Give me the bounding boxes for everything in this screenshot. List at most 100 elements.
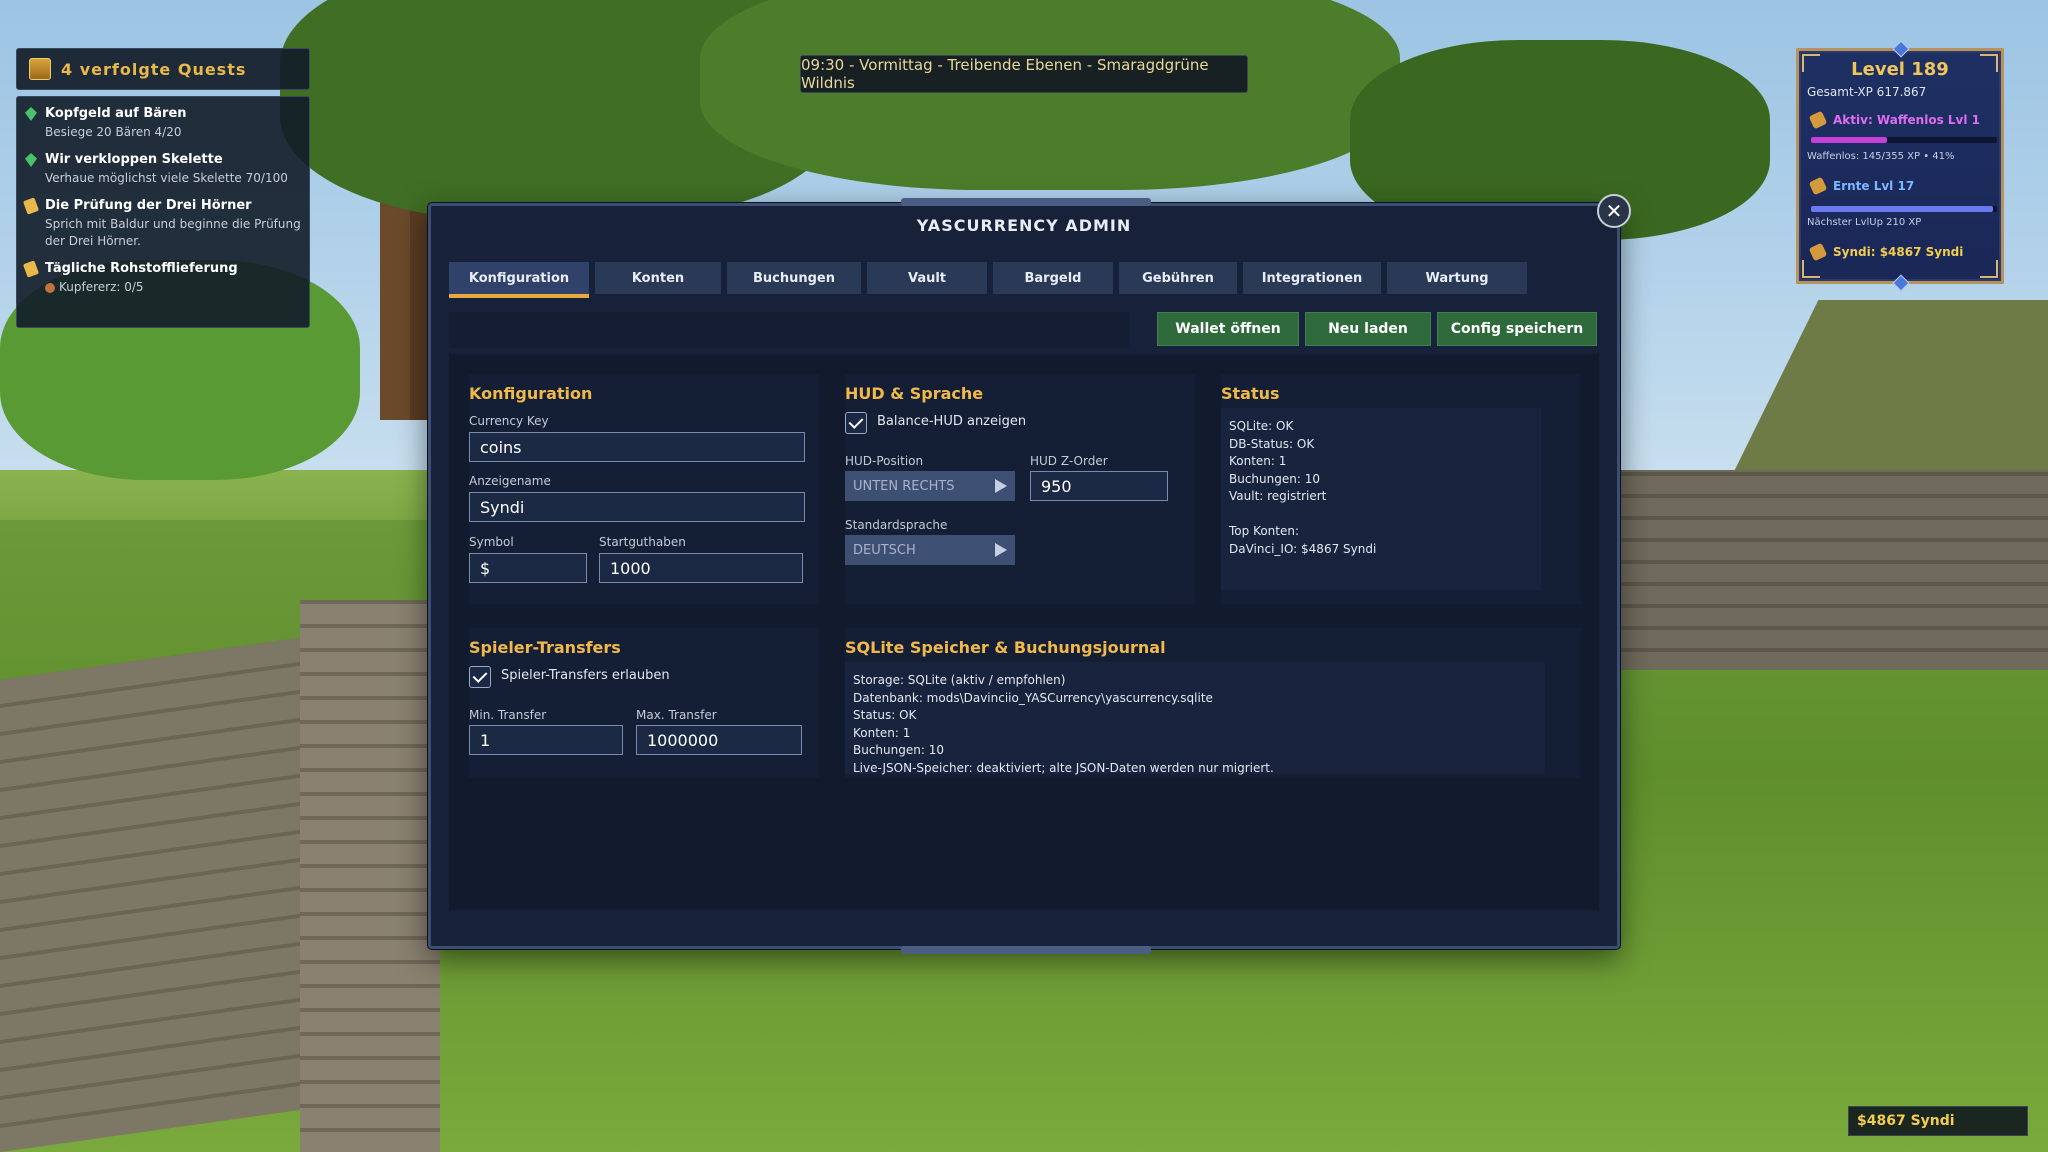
- quest-title: Tägliche Rohstofflieferung: [45, 261, 238, 276]
- harvest-skill-label: Ernte Lvl 17: [1833, 179, 1915, 193]
- min-transfer-input[interactable]: 1: [469, 725, 623, 755]
- close-icon: ✕: [1605, 199, 1623, 223]
- currency-key-input[interactable]: coins: [469, 432, 805, 462]
- tab-konten[interactable]: Konten: [595, 262, 721, 294]
- quest-tracker-title: 4 verfolgte Quests: [61, 59, 247, 79]
- status-line: SQLite: OK: [1229, 419, 1294, 433]
- language-value: DEUTSCH: [853, 542, 916, 558]
- hud-position-select[interactable]: UNTEN RECHTS: [845, 471, 1015, 501]
- sqlite-box: Storage: SQLite (aktiv / empfohlen) Date…: [845, 662, 1545, 775]
- quest-title: Wir verkloppen Skelette: [45, 152, 223, 167]
- tree-leaves: [700, 0, 1400, 190]
- min-transfer-label: Min. Transfer: [469, 708, 547, 722]
- crystal-icon: [25, 153, 37, 167]
- hud-zorder-input[interactable]: 950: [1030, 471, 1168, 501]
- tab-bargeld[interactable]: Bargeld: [993, 262, 1113, 294]
- hud-position-value: UNTEN RECHTS: [853, 478, 955, 494]
- harvest-skill-progress-fill: [1811, 206, 1994, 212]
- fist-icon: [1808, 110, 1828, 130]
- tab-buchungen[interactable]: Buchungen: [727, 262, 861, 294]
- quest-list: Kopfgeld auf Bären Besiege 20 Bären 4/20…: [16, 96, 310, 328]
- coin-icon: [1808, 242, 1828, 262]
- active-skill-note: Waffenlos: 145/355 XP • 41%: [1807, 151, 1955, 162]
- display-name-label: Anzeigename: [469, 474, 551, 488]
- status-box: SQLite: OK DB-Status: OK Konten: 1 Buchu…: [1221, 408, 1541, 590]
- level-title: Level 189: [1851, 59, 1949, 80]
- ornament-corner: [1980, 260, 1998, 278]
- active-skill-label: Aktiv: Waffenlos Lvl 1: [1833, 113, 1981, 127]
- quest-item[interactable]: Die Prüfung der Drei Hörner Sprich mit B…: [22, 197, 303, 250]
- start-balance-input[interactable]: 1000: [599, 553, 803, 583]
- content-area: Konfiguration Currency Key coins Anzeige…: [449, 354, 1599, 910]
- tab-integrationen[interactable]: Integrationen: [1243, 262, 1381, 294]
- status-card-title: Status: [1221, 384, 1280, 403]
- tab-konfiguration[interactable]: Konfiguration: [449, 262, 589, 298]
- balance-hud-label: Balance-HUD anzeigen: [877, 414, 1027, 429]
- currency-key-label: Currency Key: [469, 414, 549, 428]
- hud-card: HUD & Sprache Balance-HUD anzeigen HUD-P…: [845, 374, 1195, 604]
- scroll-icon: [22, 260, 40, 278]
- quest-title: Die Prüfung der Drei Hörner: [45, 198, 252, 213]
- quest-objective: Sprich mit Baldur und beginne die Prüfun…: [45, 217, 301, 248]
- sqlite-line: Live-JSON-Speicher: deaktiviert; alte JS…: [853, 760, 1274, 775]
- active-skill: Aktiv: Waffenlos Lvl 1: [1808, 110, 1981, 130]
- window-ornament: [901, 198, 1151, 206]
- sqlite-card: SQLite Speicher & Buchungsjournal Storag…: [845, 628, 1581, 778]
- sqlite-line: Konten: 1: [853, 725, 911, 740]
- symbol-input[interactable]: $: [469, 553, 587, 583]
- sqlite-line: Storage: SQLite (aktiv / empfohlen): [853, 673, 1066, 687]
- allow-transfers-checkbox[interactable]: [469, 666, 491, 688]
- config-card-title: Konfiguration: [469, 384, 593, 403]
- balance-hud: $4867 Syndi: [1848, 1106, 2028, 1136]
- quest-tracker-header[interactable]: 4 verfolgte Quests: [16, 48, 310, 90]
- active-skill-progress: [1811, 137, 1997, 143]
- window-ornament: [901, 946, 1151, 954]
- status-line: [1229, 506, 1533, 524]
- harvest-skill-note: Nächster LvlUp 210 XP: [1807, 217, 1922, 228]
- quest-objective-text: Kupfererz: 0/5: [59, 280, 144, 294]
- level-panel: Level 189 Gesamt-XP 617.867 Aktiv: Waffe…: [1796, 40, 2004, 292]
- scroll-icon: [22, 197, 40, 215]
- harvest-skill: Ernte Lvl 17: [1808, 176, 1915, 196]
- toolbar-strip: [449, 312, 1129, 348]
- language-select[interactable]: DEUTSCH: [845, 535, 1015, 565]
- wallet-open-button[interactable]: Wallet öffnen: [1157, 312, 1299, 346]
- status-card: Status SQLite: OK DB-Status: OK Konten: …: [1221, 374, 1581, 604]
- display-name-input[interactable]: Syndi: [469, 492, 805, 522]
- max-transfer-input[interactable]: 1000000: [636, 725, 802, 755]
- quest-item[interactable]: Tägliche Rohstofflieferung Kupfererz: 0/…: [22, 260, 303, 296]
- quest-item[interactable]: Wir verkloppen Skelette Verhaue möglichs…: [25, 151, 303, 187]
- chest-icon: [29, 58, 51, 80]
- money-row: Syndi: $4867 Syndi: [1808, 242, 1963, 262]
- config-card: Konfiguration Currency Key coins Anzeige…: [469, 374, 819, 604]
- allow-transfers-label: Spieler-Transfers erlauben: [501, 668, 670, 683]
- time-location-banner: 09:30 - Vormittag - Treibende Ebenen - S…: [800, 55, 1248, 93]
- status-line: Buchungen: 10: [1229, 471, 1320, 486]
- quest-objective: Besiege 20 Bären 4/20: [45, 125, 182, 139]
- max-transfer-label: Max. Transfer: [636, 708, 717, 722]
- save-config-button[interactable]: Config speichern: [1437, 312, 1597, 346]
- reload-button[interactable]: Neu laden: [1305, 312, 1431, 346]
- close-button[interactable]: ✕: [1597, 194, 1631, 228]
- admin-window: YASCURRENCY ADMIN ✕ Konfiguration Konten…: [428, 194, 1631, 954]
- total-xp: Gesamt-XP 617.867: [1807, 85, 1927, 99]
- copper-ore-icon: [45, 282, 55, 293]
- balance-hud-checkbox[interactable]: [845, 412, 867, 434]
- hud-position-label: HUD-Position: [845, 454, 924, 468]
- quest-title: Kopfgeld auf Bären: [45, 106, 187, 121]
- stone-wall-right: [1620, 470, 2048, 670]
- sqlite-line: Status: OK: [853, 708, 917, 722]
- transfers-card-title: Spieler-Transfers: [469, 638, 621, 657]
- play-arrow-icon: [995, 543, 1007, 557]
- tab-vault[interactable]: Vault: [867, 262, 987, 294]
- sqlite-card-title: SQLite Speicher & Buchungsjournal: [845, 638, 1166, 657]
- stone-path: [300, 600, 440, 1152]
- quest-item[interactable]: Kopfgeld auf Bären Besiege 20 Bären 4/20: [25, 105, 303, 141]
- tab-wartung[interactable]: Wartung: [1387, 262, 1527, 294]
- tab-bar: Konfiguration Konten Buchungen Vault Bar…: [449, 262, 1527, 298]
- play-arrow-icon: [995, 479, 1007, 493]
- symbol-label: Symbol: [469, 535, 514, 549]
- quest-objective: Kupfererz: 0/5: [45, 279, 303, 296]
- tab-gebuehren[interactable]: Gebühren: [1119, 262, 1237, 294]
- status-line: Konten: 1: [1229, 454, 1287, 468]
